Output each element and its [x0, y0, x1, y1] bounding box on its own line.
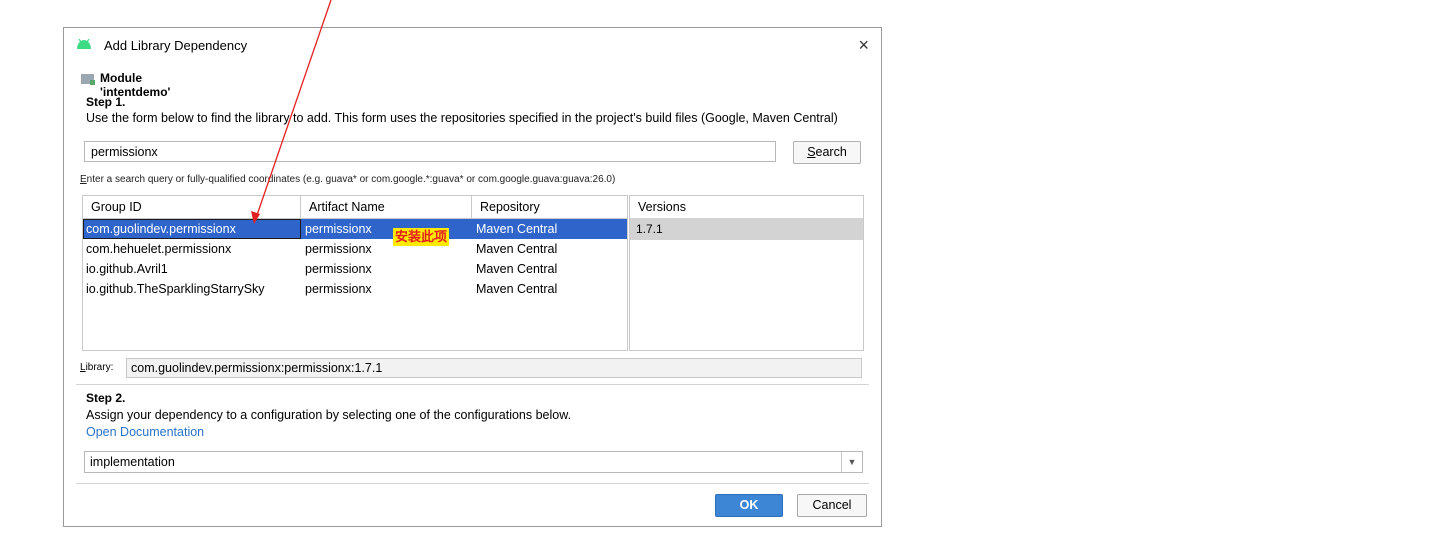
annotation-arrow-icon — [251, 0, 332, 224]
